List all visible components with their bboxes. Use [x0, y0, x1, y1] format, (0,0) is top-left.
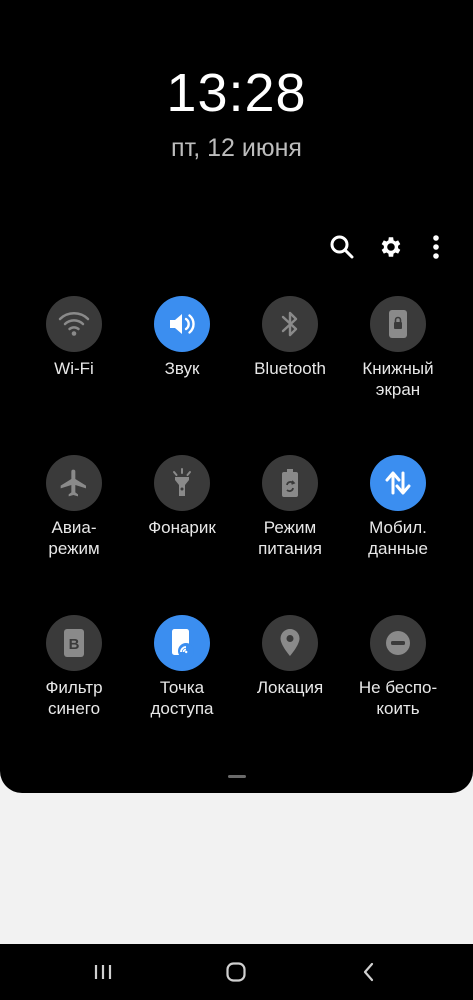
tile-label: Локация	[256, 678, 324, 697]
do-not-disturb-icon	[370, 615, 426, 671]
tile-hotspot[interactable]: Точка доступа	[124, 615, 240, 719]
battery-saver-icon	[262, 455, 318, 511]
bluetooth-icon	[262, 296, 318, 352]
clock-date: пт, 12 июня	[171, 134, 302, 162]
svg-text:B: B	[69, 636, 80, 653]
tile-portrait[interactable]: Книжный экран	[340, 296, 456, 400]
tile-bluetooth[interactable]: Bluetooth	[232, 296, 348, 379]
blue-filter-icon: B	[46, 615, 102, 671]
clock-time: 13:28	[166, 63, 307, 123]
tile-label: Мобил. данные	[368, 518, 428, 558]
tile-label: Звук	[164, 359, 200, 378]
location-icon	[262, 615, 318, 671]
tile-flashlight[interactable]: Фонарик	[124, 455, 240, 538]
search-icon[interactable]	[327, 232, 357, 262]
panel-drag-handle[interactable]	[228, 775, 246, 778]
hotspot-icon	[154, 615, 210, 671]
navigation-bar	[0, 944, 473, 1000]
tile-label: Точка доступа	[150, 678, 214, 718]
portrait-lock-icon	[370, 296, 426, 352]
tile-sound[interactable]: Звук	[124, 296, 240, 379]
wifi-icon	[46, 296, 102, 352]
tile-mobile-data[interactable]: Мобил. данные	[340, 455, 456, 559]
volume-icon	[154, 296, 210, 352]
tile-label: Фонарик	[148, 518, 216, 537]
recents-icon[interactable]	[88, 958, 118, 986]
tile-power-mode[interactable]: Режим питания	[232, 455, 348, 559]
tile-location[interactable]: Локация	[232, 615, 348, 698]
tile-do-not-disturb[interactable]: Не беспо- коить	[340, 615, 456, 719]
tile-label: Фильтр синего	[45, 678, 103, 718]
tile-label: Не беспо- коить	[358, 678, 438, 718]
tile-label: Книжный экран	[362, 359, 434, 399]
home-icon[interactable]	[221, 958, 251, 986]
tile-label: Wi-Fi	[54, 359, 94, 378]
quick-settings-panel: 13:28 пт, 12 июня Wi-Fi Звук Bluetooth К…	[0, 0, 473, 793]
gear-icon[interactable]	[375, 232, 405, 262]
tile-label: Авиа- режим	[48, 518, 100, 558]
flashlight-icon	[154, 455, 210, 511]
tile-label: Bluetooth	[254, 359, 326, 378]
back-icon[interactable]	[354, 958, 384, 986]
tile-blue-filter[interactable]: B Фильтр синего	[16, 615, 132, 719]
tile-label: Режим питания	[258, 518, 322, 558]
tile-airplane[interactable]: Авиа- режим	[16, 455, 132, 559]
more-vert-icon[interactable]	[421, 232, 451, 262]
airplane-icon	[46, 455, 102, 511]
mobile-data-icon	[370, 455, 426, 511]
tile-wifi[interactable]: Wi-Fi	[16, 296, 132, 379]
